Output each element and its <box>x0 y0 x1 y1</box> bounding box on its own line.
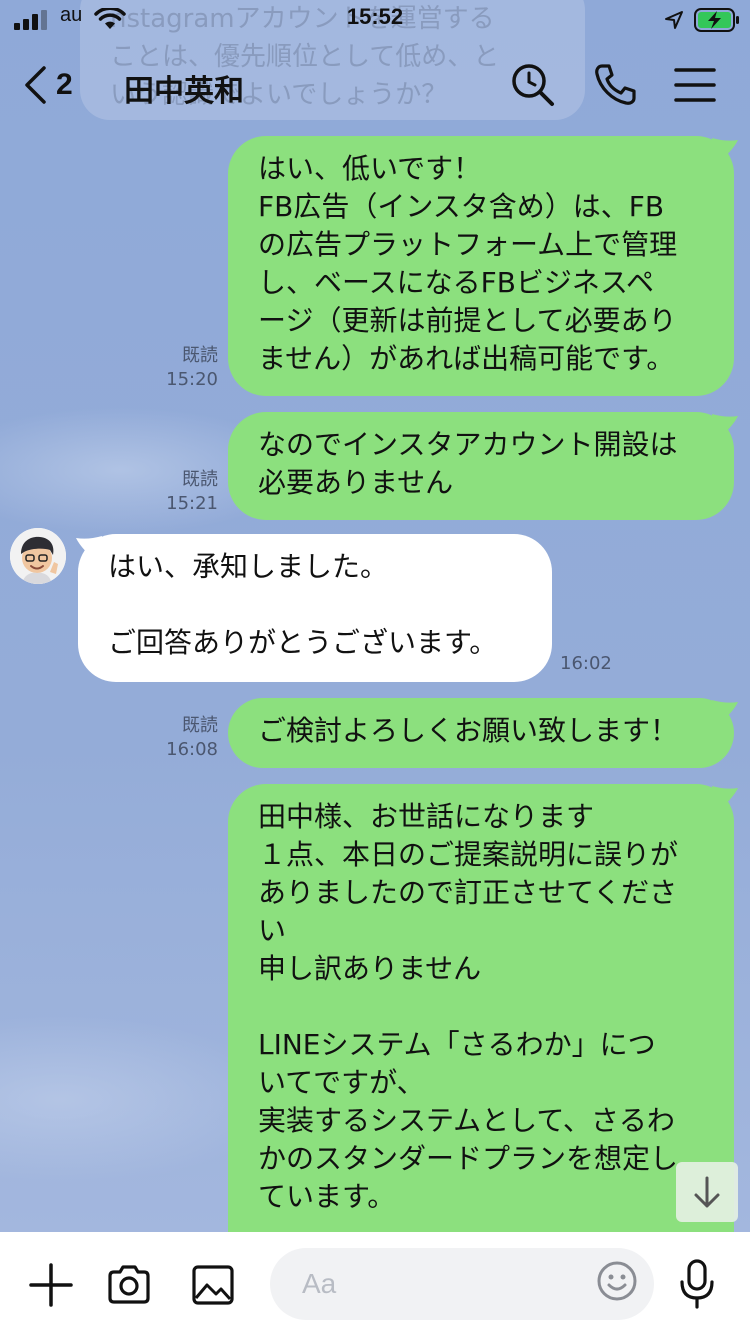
outgoing-message-bubble[interactable]: はい、低いです！ FB広告（インスタ含め）は、FB の広告プラットフォーム上で管… <box>228 136 734 396</box>
message-meta: 既読 16:08 <box>150 714 218 762</box>
phone-icon[interactable] <box>592 62 638 108</box>
mic-icon[interactable] <box>676 1258 718 1310</box>
message-time: 16:02 <box>560 653 612 674</box>
read-receipt: 既読 <box>182 345 218 366</box>
search-icon[interactable] <box>510 62 556 108</box>
outgoing-message-bubble[interactable]: なのでインスタアカウント開設は 必要ありません <box>228 412 734 520</box>
message-time: 15:21 <box>166 493 218 514</box>
location-icon <box>665 11 683 29</box>
message-meta: 既読 15:20 <box>150 344 218 392</box>
scroll-down-button[interactable] <box>676 1162 738 1222</box>
back-icon <box>25 66 46 104</box>
outgoing-message-bubble[interactable]: 田中様、お世話になります １点、本日のご提案説明に誤りが ありましたので訂正させ… <box>228 784 734 1252</box>
status-bar: au 15:52 <box>0 0 750 40</box>
arrow-down-icon <box>694 1176 720 1208</box>
read-receipt: 既読 <box>182 469 218 490</box>
battery-icon <box>694 8 739 32</box>
camera-icon[interactable] <box>106 1262 152 1308</box>
message-input-bar <box>0 1232 750 1334</box>
status-time: 15:52 <box>346 4 404 29</box>
message-time: 15:20 <box>166 369 218 390</box>
plus-icon[interactable] <box>28 1262 74 1308</box>
unread-count: 2 <box>56 68 73 101</box>
read-receipt: 既読 <box>182 715 218 736</box>
chat-title: 田中英和 <box>124 74 244 109</box>
emoji-icon[interactable] <box>596 1260 638 1302</box>
message-meta: 16:02 <box>560 652 620 676</box>
menu-icon[interactable] <box>672 62 718 108</box>
bubble-tail <box>712 414 738 440</box>
outgoing-message-bubble[interactable]: ご検討よろしくお願い致します！ <box>228 698 734 768</box>
image-icon[interactable] <box>190 1262 236 1308</box>
message-time: 16:08 <box>166 739 218 760</box>
bubble-tail <box>712 786 738 812</box>
bubble-tail <box>712 700 738 726</box>
bubble-tail <box>712 138 738 164</box>
message-meta: 既読 15:21 <box>150 468 218 516</box>
incoming-message-bubble[interactable]: はい、承知しました。 ご回答ありがとうございます。 <box>78 534 552 682</box>
chat-header: 2 田中英和 <box>0 40 750 130</box>
avatar[interactable] <box>10 528 66 584</box>
avatar-memoji-icon <box>10 528 66 584</box>
back-button[interactable]: 2 <box>22 60 73 110</box>
